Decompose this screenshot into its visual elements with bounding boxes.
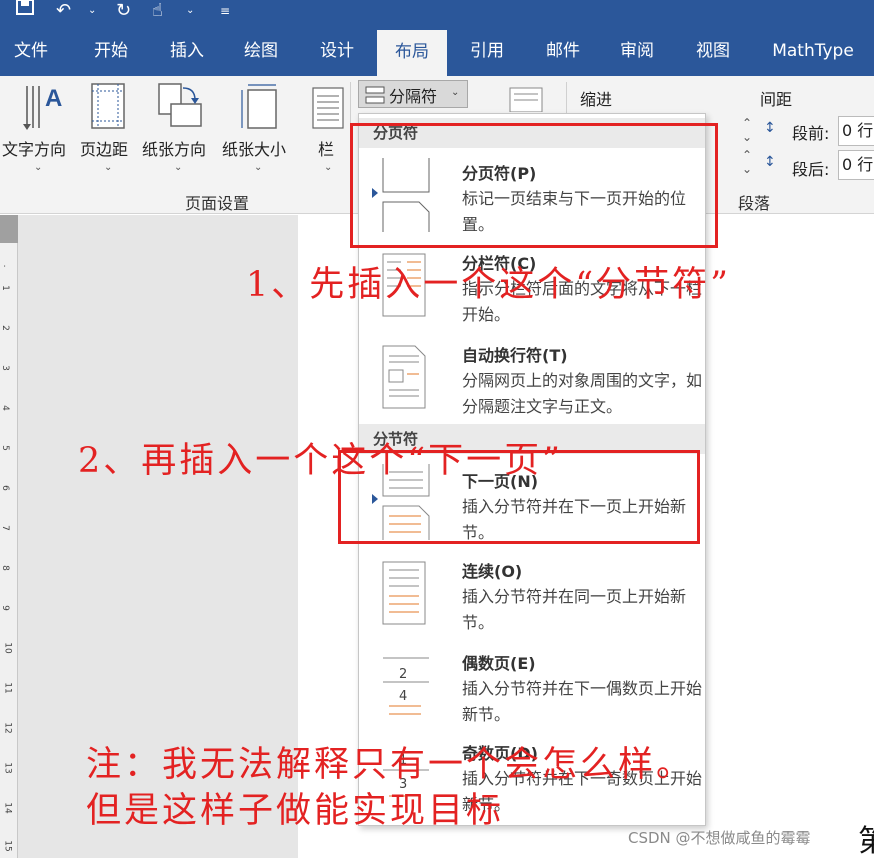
ruler-tick: 9 (0, 605, 10, 611)
spacing-before-label: 段前: (792, 124, 830, 143)
svg-text:A: A (45, 85, 62, 112)
undo-dropdown-icon[interactable]: ⌄ (88, 0, 96, 22)
ruler-tick: 13 (2, 762, 13, 774)
chevron-down-icon: ⌄ (254, 162, 263, 173)
text-direction-button[interactable]: A 文字方向 ⌄ (0, 82, 76, 173)
columns-label: 栏 (318, 140, 335, 159)
spacing-after-input[interactable]: 0 行 (838, 150, 874, 180)
document-text-fragment: 第 (858, 824, 874, 858)
tab-mathtype[interactable]: MathType (758, 26, 868, 76)
tab-mailings[interactable]: 邮件 (528, 26, 598, 76)
margins-icon (91, 83, 125, 129)
columns-button[interactable]: 栏 ⌄ (308, 82, 348, 173)
chevron-down-icon: ⌄ (174, 162, 183, 173)
menu-item-even-page[interactable]: 2 4 偶数页(E) 插入分节符并在下一偶数页上开始新节。 (359, 642, 705, 732)
save-icon[interactable] (14, 0, 36, 24)
spacing-after-icon: ↕ (764, 154, 776, 170)
spacing-after-label: 段后: (792, 160, 830, 179)
orientation-icon (158, 83, 202, 127)
touch-mode-icon[interactable]: ☝ (152, 0, 163, 22)
margins-button[interactable]: 页边距 ⌄ (80, 82, 136, 173)
margins-label: 页边距 (80, 140, 129, 159)
tab-review[interactable]: 审阅 (602, 26, 672, 76)
chevron-down-icon: ⌄ (104, 162, 113, 173)
ruler-tick: 7 (0, 525, 10, 531)
page-setup-group-label: 页面设置 (185, 194, 250, 213)
ruler-tick: 15 (2, 840, 13, 852)
size-button[interactable]: 纸张大小 ⌄ (220, 82, 296, 173)
text-direction-label: 文字方向 (2, 140, 67, 159)
indent-left-spinner-icon[interactable]: ⌃ ⌄ (742, 116, 752, 144)
menu-item-title: 连续(O) (462, 562, 523, 581)
indent-label: 缩进 (580, 90, 613, 109)
ruler-tick: 8 (0, 565, 10, 571)
redo-icon[interactable]: ↻ (116, 0, 131, 22)
chevron-down-icon: ⌄ (324, 162, 333, 173)
even-page-section-icon: 2 4 (383, 657, 429, 715)
text-direction-icon: A (23, 85, 62, 130)
ruler-tick: 12 (2, 722, 13, 734)
ruler-tick: 6 (0, 485, 10, 491)
vertical-ruler: · 1 2 3 4 5 6 7 8 9 10 11 12 13 14 15 (0, 215, 18, 858)
ruler-tick: 2 (0, 325, 10, 331)
menu-item-description: 插入分节符并在同一页上开始新节。 (462, 587, 687, 632)
breaks-label: 分隔符 (389, 87, 438, 106)
annotation-note-line2: 但是这样子做能实现目标 (86, 791, 505, 831)
menu-item-title: 偶数页(E) (462, 654, 536, 673)
indent-right-spinner-icon[interactable]: ⌃ ⌄ (742, 148, 752, 176)
svg-text:4: 4 (399, 689, 407, 704)
spacing-label: 间距 (760, 90, 793, 109)
ruler-tick: 11 (2, 682, 13, 694)
spacing-before-icon: ↕ (764, 120, 776, 136)
menu-item-description: 分隔网页上的对象周围的文字，如分隔题注文字与正文。 (462, 371, 703, 416)
tab-draw[interactable]: 绘图 (228, 26, 294, 76)
text-wrapping-icon (382, 345, 426, 409)
breaks-icon (365, 86, 385, 104)
tab-file[interactable]: 文件 (0, 26, 62, 76)
breaks-button[interactable]: 分隔符 ⌄ (358, 80, 468, 108)
quick-access-toolbar: ↶ ⌄ ↻ ☝ ⌄ ≡ (0, 0, 874, 26)
ruler-tick: · (0, 265, 8, 268)
columns-icon (312, 87, 344, 129)
menu-item-title: 自动换行符(T) (462, 346, 568, 365)
svg-text:2: 2 (399, 667, 407, 682)
touch-dropdown-icon[interactable]: ⌄ (186, 0, 194, 22)
orientation-label: 纸张方向 (142, 140, 207, 159)
customize-qat-icon[interactable]: ≡ (220, 0, 230, 22)
tab-layout[interactable]: 布局 (377, 30, 447, 76)
tab-insert[interactable]: 插入 (154, 26, 220, 76)
ribbon-tabs: 文件 开始 插入 绘图 设计 布局 引用 邮件 审阅 视图 MathType (0, 26, 874, 76)
menu-item-continuous[interactable]: 连续(O) 插入分节符并在同一页上开始新节。 (359, 550, 705, 640)
ruler-tick: 5 (0, 445, 10, 451)
size-label: 纸张大小 (222, 140, 287, 159)
ruler-tick: 4 (0, 405, 10, 411)
spacing-before-input[interactable]: 0 行 (838, 116, 874, 146)
ruler-tick: 1 (0, 285, 10, 291)
ruler-margin (0, 215, 18, 243)
orientation-button[interactable]: 纸张方向 ⌄ (140, 82, 216, 173)
continuous-section-icon (382, 561, 426, 625)
tab-design[interactable]: 设计 (302, 26, 372, 76)
tab-references[interactable]: 引用 (452, 26, 522, 76)
line-numbers-icon[interactable] (508, 86, 544, 112)
size-icon (241, 84, 277, 129)
ruler-tick: 3 (0, 365, 10, 371)
tab-view[interactable]: 视图 (678, 26, 748, 76)
menu-item-description: 插入分节符并在下一偶数页上开始新节。 (462, 679, 703, 724)
menu-item-text-wrapping[interactable]: 自动换行符(T) 分隔网页上的对象周围的文字，如分隔题注文字与正文。 (359, 336, 705, 424)
chevron-down-icon: ⌄ (451, 87, 460, 98)
paragraph-group-label: 段落 (738, 194, 771, 213)
chevron-down-icon: ⌄ (34, 162, 43, 173)
undo-icon[interactable]: ↶ (56, 0, 71, 22)
annotation-step1: 1、先插入一个这个“分节符” (246, 265, 732, 305)
ruler-tick: 14 (2, 802, 13, 814)
annotation-step2: 2、再插入一个这个“下一页” (78, 441, 564, 481)
annotation-box-page-break (350, 123, 718, 248)
ruler-tick: 10 (2, 642, 13, 654)
watermark: CSDN @不想做咸鱼的霉霉 (628, 829, 811, 847)
annotation-note-line1: 注：我无法解释只有一个会怎么样。 (86, 745, 695, 785)
tab-home[interactable]: 开始 (78, 26, 144, 76)
